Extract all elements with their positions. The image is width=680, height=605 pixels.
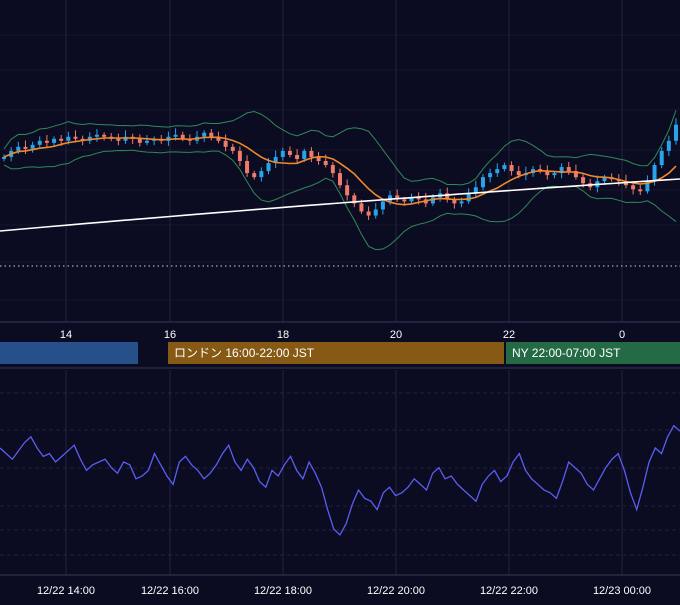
candle-body bbox=[359, 203, 364, 212]
candle-body bbox=[631, 185, 636, 190]
candle-body bbox=[330, 165, 335, 174]
candle-body bbox=[66, 136, 71, 141]
candle-body bbox=[37, 140, 42, 145]
candle-body bbox=[345, 185, 350, 196]
candle-body bbox=[302, 150, 307, 159]
candle-body bbox=[373, 209, 378, 216]
candle-body bbox=[73, 136, 78, 139]
candle-body bbox=[280, 150, 285, 157]
candle-body bbox=[116, 138, 121, 141]
price-x-tick-label: 0 bbox=[619, 329, 625, 341]
candle-body bbox=[666, 140, 671, 151]
candle-body bbox=[252, 173, 257, 178]
price-x-tick-label: 14 bbox=[60, 329, 72, 341]
axes: 14 16 18 20 22 0 bbox=[0, 321, 680, 341]
price-x-tick-label: 20 bbox=[390, 329, 402, 341]
bollinger-lower-band bbox=[3, 149, 677, 251]
candle-body bbox=[209, 132, 214, 137]
price-x-tick-label: 18 bbox=[277, 329, 289, 341]
candle-body bbox=[23, 146, 28, 149]
candle-body bbox=[245, 161, 250, 174]
candle-body bbox=[52, 138, 57, 143]
session-label-london: ロンドン 16:00-22:00 JST bbox=[174, 346, 315, 360]
price-x-tick-label: 22 bbox=[503, 329, 515, 341]
candle-body bbox=[137, 138, 142, 143]
osc-x-tick-label: 12/22 16:00 bbox=[141, 585, 199, 597]
candle-body bbox=[652, 165, 657, 182]
candle-body bbox=[566, 167, 571, 172]
candle-body bbox=[659, 150, 664, 166]
candle-body bbox=[380, 201, 385, 210]
osc-x-tick-label: 12/22 22:00 bbox=[480, 585, 538, 597]
candle-body bbox=[59, 138, 64, 141]
session-label-tokyo bbox=[0, 342, 138, 364]
candle-body bbox=[338, 173, 342, 186]
candle-body bbox=[502, 165, 507, 170]
candle-body bbox=[266, 163, 271, 172]
candle-body bbox=[581, 177, 586, 184]
candle-body bbox=[509, 165, 514, 172]
candle-body bbox=[44, 140, 49, 143]
candle-body bbox=[287, 150, 292, 155]
price-x-tick-label: 16 bbox=[164, 329, 176, 341]
candle-body bbox=[366, 211, 371, 216]
candle-body bbox=[674, 124, 678, 141]
osc-x-tick-label: 12/22 14:00 bbox=[37, 585, 95, 597]
candle-body bbox=[459, 201, 464, 204]
osc-x-tick-label: 12/23 00:00 bbox=[593, 585, 651, 597]
candle-body bbox=[480, 177, 485, 188]
candle-body bbox=[638, 189, 643, 192]
oscillator-panel: 12/22 14:00 12/22 16:00 12/22 18:00 12/22 2… bbox=[0, 370, 680, 597]
candle-body bbox=[402, 199, 407, 202]
candle-body bbox=[309, 150, 314, 157]
candle-body bbox=[230, 146, 235, 151]
candle-body bbox=[295, 154, 300, 159]
osc-x-tick-label: 12/22 20:00 bbox=[367, 585, 425, 597]
candle-body bbox=[495, 169, 500, 174]
candle-body bbox=[237, 150, 242, 161]
candle-body bbox=[323, 161, 328, 166]
chart-canvas: 14 16 18 20 22 0 12/22 14:00 12/22 16:00 12/22 … bbox=[0, 0, 680, 597]
candle-body bbox=[144, 140, 149, 143]
candle-body bbox=[552, 173, 557, 176]
candle-body bbox=[202, 132, 207, 137]
grid-layer bbox=[0, 0, 680, 322]
candle-body bbox=[223, 140, 228, 147]
candle-body bbox=[516, 171, 521, 176]
osc-x-tick-label: 12/22 18:00 bbox=[254, 585, 312, 597]
candle-body bbox=[466, 193, 471, 202]
oscillator-line bbox=[0, 424, 680, 536]
chart-root: 14 16 18 20 22 0 12/22 14:00 12/22 16:00 12/22 … bbox=[0, 0, 680, 600]
candle-body bbox=[16, 146, 21, 151]
candle-body bbox=[94, 134, 99, 137]
candle-body bbox=[102, 134, 107, 137]
session-label-ny: NY 22:00-07:00 JST bbox=[512, 346, 621, 360]
candle-body bbox=[2, 156, 6, 159]
candle-body bbox=[173, 134, 178, 137]
candle-body bbox=[488, 173, 493, 178]
candle-body bbox=[30, 144, 35, 149]
candle-body bbox=[259, 171, 264, 178]
